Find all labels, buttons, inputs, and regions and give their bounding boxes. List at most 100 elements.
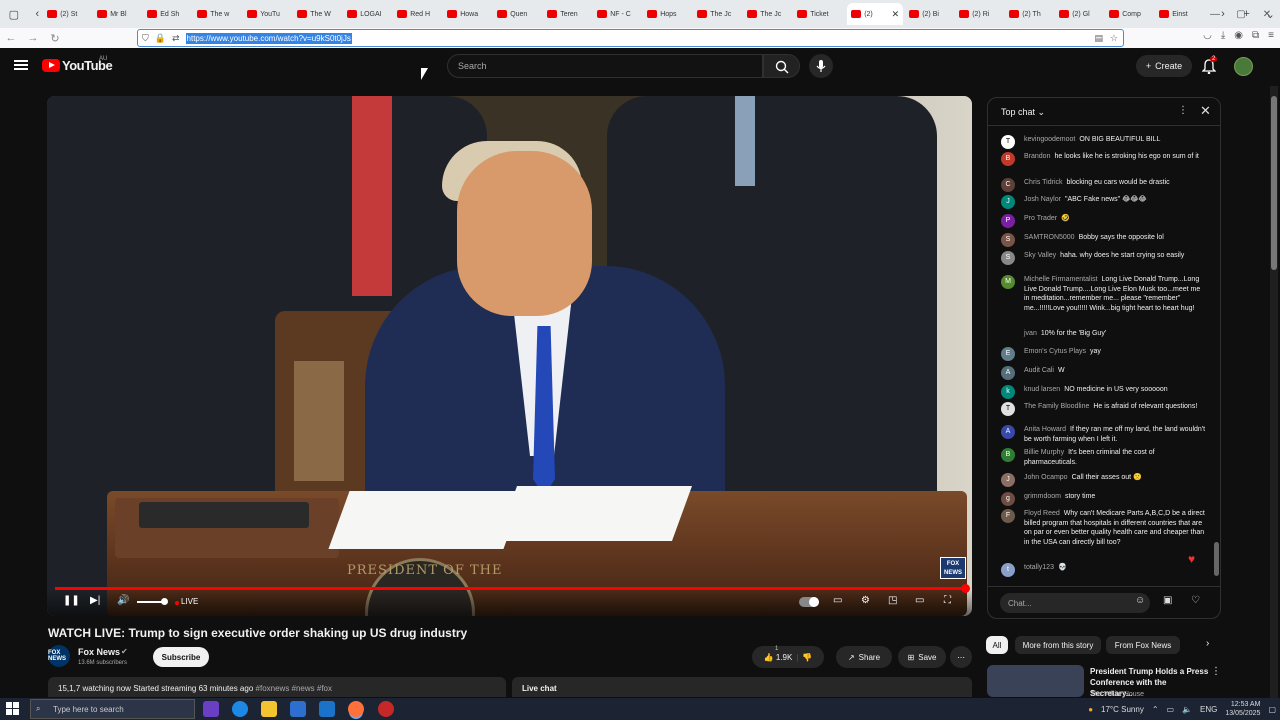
settings-gear-icon[interactable]: ⚙ (861, 595, 870, 606)
shield-icon[interactable]: ⛉ (142, 33, 149, 44)
back-icon[interactable]: ← (0, 32, 22, 44)
chat-avatar[interactable]: M (1001, 275, 1015, 289)
chat-scrollbar[interactable] (1214, 542, 1219, 576)
related-video-channel[interactable]: The White House (1090, 691, 1144, 698)
browser-tab[interactable]: (2) Bi (909, 3, 953, 25)
taskbar-app-store-icon[interactable] (290, 701, 306, 717)
chat-avatar[interactable]: B (1001, 448, 1015, 462)
chat-avatar[interactable]: T (1001, 402, 1015, 416)
browser-tab[interactable]: Teren (547, 3, 591, 25)
youtube-logo-icon[interactable] (42, 59, 60, 72)
weather-sun-icon[interactable]: ● (1088, 705, 1093, 714)
save-button[interactable]: ⊞ Save (898, 646, 946, 668)
language-indicator[interactable]: ENG (1200, 705, 1217, 714)
channel-name[interactable]: Fox News (78, 647, 120, 657)
tray-overflow-icon[interactable]: ⌃ (1152, 705, 1159, 714)
browser-tab[interactable]: Red H (397, 3, 441, 25)
chat-author[interactable]: Chris Tidrick (1024, 179, 1063, 186)
browser-tab[interactable]: (2) St (47, 3, 91, 25)
taskbar-app-mail-icon[interactable] (319, 701, 335, 717)
browser-tab[interactable]: Ticket (797, 3, 841, 25)
browser-tab[interactable]: Ed Sh (147, 3, 191, 25)
browser-tab[interactable]: The Jc (747, 3, 791, 25)
theater-mode-icon[interactable]: ▭ (915, 595, 924, 606)
chat-author[interactable]: grimmdoom (1024, 493, 1061, 500)
chat-author[interactable]: Billie Murphy (1024, 449, 1064, 456)
next-icon[interactable]: ▶| (90, 595, 100, 606)
autoplay-toggle[interactable] (799, 597, 819, 607)
chat-avatar[interactable]: A (1001, 366, 1015, 380)
filter-chip[interactable]: More from this story (1015, 636, 1101, 654)
browser-tab[interactable]: (2) Gl (1059, 3, 1103, 25)
related-more-icon[interactable]: ⋮ (1211, 666, 1221, 677)
account-icon[interactable]: ◉ (1234, 30, 1243, 41)
chat-avatar[interactable]: J (1001, 195, 1015, 209)
taskbar-search[interactable]: ⌕ Type here to search (30, 699, 195, 719)
browser-tab[interactable]: Howa (447, 3, 491, 25)
emoji-icon[interactable]: ☺ (1135, 595, 1145, 606)
chat-avatar[interactable]: J (1001, 473, 1015, 487)
taskbar-app-edge-icon[interactable] (232, 701, 248, 717)
taskbar-clock[interactable]: 12:53 AM 13/05/2025 (1225, 700, 1260, 718)
super-chat-icon[interactable]: ▣ (1163, 595, 1172, 606)
chat-avatar[interactable]: t (1001, 563, 1015, 577)
network-icon[interactable]: ▭ (1167, 705, 1175, 714)
chat-author[interactable]: The Family Bloodline (1024, 403, 1089, 410)
chat-author[interactable]: totally123 (1024, 564, 1054, 571)
fullscreen-icon[interactable]: ⛶ (944, 595, 951, 606)
taskbar-app-chrome-icon[interactable] (378, 701, 394, 717)
chat-avatar[interactable]: C (1001, 178, 1015, 192)
more-actions-button[interactable]: ⋯ (950, 646, 972, 668)
browser-tab[interactable]: Quen (497, 3, 541, 25)
reader-view-icon[interactable]: ▤ (1094, 33, 1103, 44)
chat-avatar[interactable]: k (1001, 385, 1015, 399)
chat-author[interactable]: Michelle Firmamentalist (1024, 276, 1098, 283)
chat-avatar[interactable]: g (1001, 492, 1015, 506)
chat-author[interactable]: jvan (1024, 330, 1037, 337)
chat-avatar[interactable]: T (1001, 135, 1015, 149)
forward-icon[interactable]: → (22, 32, 44, 44)
pause-icon[interactable]: ❚❚ (63, 595, 80, 606)
browser-tab[interactable]: Hops (647, 3, 691, 25)
chat-mode-selector[interactable]: Top chat ⌄ (1001, 107, 1045, 118)
live-label[interactable]: LIVE (181, 597, 198, 606)
address-bar[interactable]: ⛉ 🔒 ⇄ https://www.youtube.com/watch?v=u9… (137, 29, 1124, 47)
chat-close-icon[interactable]: ✕ (1200, 103, 1211, 119)
chat-avatar[interactable]: E (1001, 347, 1015, 361)
weather-text[interactable]: 17°C Sunny (1101, 705, 1144, 714)
page-scrollbar-thumb[interactable] (1271, 96, 1277, 270)
hashtags[interactable]: #foxnews #news #fox (256, 684, 333, 693)
share-button[interactable]: ↗ Share (836, 646, 892, 668)
url-text[interactable]: https://www.youtube.com/watch?v=u9kS0t0j… (185, 32, 352, 44)
chat-avatar[interactable]: A (1001, 425, 1015, 439)
minimize-icon[interactable]: — (1202, 9, 1228, 20)
chat-avatar[interactable] (1001, 329, 1015, 343)
taskbar-app-copilot-icon[interactable] (203, 701, 219, 717)
browser-tab-active[interactable]: (2) ✕ (847, 3, 904, 25)
chat-author[interactable]: knud larsen (1024, 386, 1060, 393)
browser-tab[interactable]: Mr Bl (97, 3, 141, 25)
bookmark-star-icon[interactable]: ☆ (1110, 33, 1118, 44)
description-box[interactable]: 15,1,7 watching now Started streaming 63… (48, 677, 506, 697)
chat-more-icon[interactable]: ⋮ (1178, 105, 1188, 116)
volume-knob[interactable] (161, 598, 168, 605)
heart-icon[interactable]: ♡ (1191, 595, 1200, 606)
taskbar-app-firefox-icon[interactable] (348, 701, 364, 717)
filter-chip[interactable]: All (986, 636, 1008, 654)
browser-tab[interactable]: Einst (1159, 3, 1203, 25)
chat-author[interactable]: kevingoodemoot (1024, 136, 1075, 143)
chat-avatar[interactable]: B (1001, 152, 1015, 166)
chat-author[interactable]: Brandon (1024, 153, 1050, 160)
related-video-thumbnail[interactable] (987, 665, 1084, 697)
chat-avatar[interactable]: F (1001, 509, 1015, 523)
browser-tab[interactable]: Comp (1109, 3, 1153, 25)
tab-list-icon[interactable]: ▢ (4, 4, 24, 24)
browser-tab[interactable]: (2) Ri (959, 3, 1003, 25)
subtitles-icon[interactable]: ▭ (833, 595, 842, 606)
hamburger-menu-icon[interactable] (14, 60, 28, 70)
chat-author[interactable]: Josh Naylor (1024, 196, 1061, 203)
chat-avatar[interactable]: S (1001, 251, 1015, 265)
maximize-icon[interactable]: ▢ (1228, 9, 1254, 20)
chat-author[interactable]: SAMTRON5000 (1024, 234, 1075, 241)
like-button[interactable]: 👍 1.9K (764, 653, 793, 662)
